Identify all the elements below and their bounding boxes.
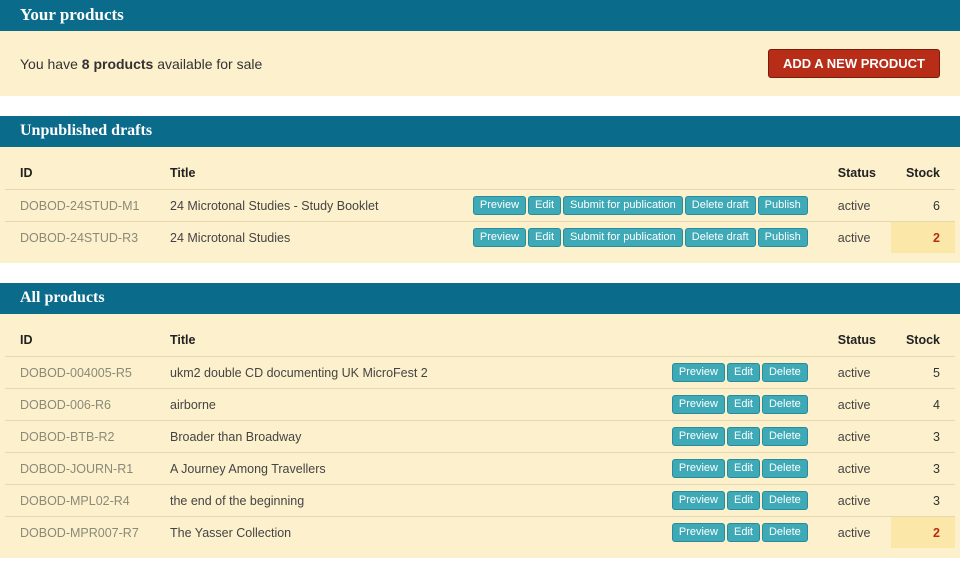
table-row: DOBOD-006-R6airbornePreviewEditDeleteact… bbox=[5, 389, 955, 421]
row-title: the end of the beginning bbox=[155, 485, 577, 517]
row-stock: 3 bbox=[891, 453, 955, 485]
col-stock: Stock bbox=[891, 157, 955, 190]
row-stock: 3 bbox=[891, 421, 955, 453]
row-actions: PreviewEditDelete bbox=[577, 453, 823, 485]
table-row: DOBOD-JOURN-R1A Journey Among Travellers… bbox=[5, 453, 955, 485]
preview-button[interactable]: Preview bbox=[473, 228, 526, 247]
col-actions bbox=[418, 157, 823, 190]
preview-button[interactable]: Preview bbox=[672, 459, 725, 478]
table-row: DOBOD-24STUD-R324 Microtonal StudiesPrev… bbox=[5, 222, 955, 254]
drafts-section: Unpublished drafts ID Title Status Stock… bbox=[0, 116, 960, 263]
row-actions: PreviewEditDelete bbox=[577, 517, 823, 549]
row-actions: PreviewEditDelete bbox=[577, 357, 823, 389]
row-title: The Yasser Collection bbox=[155, 517, 577, 549]
submit-for-publication-button[interactable]: Submit for publication bbox=[563, 228, 683, 247]
col-id: ID bbox=[5, 324, 155, 357]
row-id: DOBOD-JOURN-R1 bbox=[5, 453, 155, 485]
row-stock: 3 bbox=[891, 485, 955, 517]
row-status: active bbox=[823, 222, 891, 254]
row-status: active bbox=[823, 357, 891, 389]
row-id: DOBOD-BTB-R2 bbox=[5, 421, 155, 453]
preview-button[interactable]: Preview bbox=[672, 363, 725, 382]
edit-button[interactable]: Edit bbox=[727, 395, 760, 414]
row-stock: 6 bbox=[891, 190, 955, 222]
row-title: 24 Microtonal Studies - Study Booklet bbox=[155, 190, 418, 222]
all-products-heading: All products bbox=[0, 283, 960, 314]
col-stock: Stock bbox=[891, 324, 955, 357]
table-row: DOBOD-BTB-R2Broader than BroadwayPreview… bbox=[5, 421, 955, 453]
row-actions: PreviewEditDelete bbox=[577, 389, 823, 421]
all-products-table: ID Title Status Stock DOBOD-004005-R5ukm… bbox=[5, 324, 955, 548]
publish-button[interactable]: Publish bbox=[758, 228, 808, 247]
edit-button[interactable]: Edit bbox=[727, 491, 760, 510]
edit-button[interactable]: Edit bbox=[727, 363, 760, 382]
col-id: ID bbox=[5, 157, 155, 190]
row-actions: PreviewEditDelete bbox=[577, 485, 823, 517]
row-status: active bbox=[823, 421, 891, 453]
page-title: Your products bbox=[0, 0, 960, 31]
row-actions: PreviewEditDelete bbox=[577, 421, 823, 453]
col-status: Status bbox=[823, 157, 891, 190]
delete-button[interactable]: Delete bbox=[762, 395, 808, 414]
table-row: DOBOD-004005-R5ukm2 double CD documentin… bbox=[5, 357, 955, 389]
edit-button[interactable]: Edit bbox=[528, 196, 561, 215]
table-row: DOBOD-MPL02-R4the end of the beginningPr… bbox=[5, 485, 955, 517]
counter-count: 8 products bbox=[82, 56, 154, 72]
edit-button[interactable]: Edit bbox=[528, 228, 561, 247]
counter-suffix: available for sale bbox=[153, 56, 262, 72]
row-title: Broader than Broadway bbox=[155, 421, 577, 453]
counter-bar: You have 8 products available for sale A… bbox=[0, 31, 960, 96]
preview-button[interactable]: Preview bbox=[672, 491, 725, 510]
row-status: active bbox=[823, 485, 891, 517]
row-id: DOBOD-24STUD-R3 bbox=[5, 222, 155, 254]
row-id: DOBOD-MPR007-R7 bbox=[5, 517, 155, 549]
counter-prefix: You have bbox=[20, 56, 82, 72]
add-product-button[interactable]: ADD A NEW PRODUCT bbox=[768, 49, 940, 78]
row-status: active bbox=[823, 453, 891, 485]
row-stock: 2 bbox=[891, 222, 955, 254]
row-id: DOBOD-004005-R5 bbox=[5, 357, 155, 389]
drafts-table: ID Title Status Stock DOBOD-24STUD-M124 … bbox=[5, 157, 955, 253]
submit-for-publication-button[interactable]: Submit for publication bbox=[563, 196, 683, 215]
col-actions bbox=[577, 324, 823, 357]
row-title: 24 Microtonal Studies bbox=[155, 222, 418, 254]
row-stock: 4 bbox=[891, 389, 955, 421]
drafts-heading: Unpublished drafts bbox=[0, 116, 960, 147]
row-title: airborne bbox=[155, 389, 577, 421]
row-status: active bbox=[823, 389, 891, 421]
delete-draft-button[interactable]: Delete draft bbox=[685, 228, 756, 247]
table-row: DOBOD-24STUD-M124 Microtonal Studies - S… bbox=[5, 190, 955, 222]
row-actions: PreviewEditSubmit for publicationDelete … bbox=[418, 190, 823, 222]
delete-draft-button[interactable]: Delete draft bbox=[685, 196, 756, 215]
delete-button[interactable]: Delete bbox=[762, 523, 808, 542]
preview-button[interactable]: Preview bbox=[672, 395, 725, 414]
publish-button[interactable]: Publish bbox=[758, 196, 808, 215]
edit-button[interactable]: Edit bbox=[727, 459, 760, 478]
product-count-text: You have 8 products available for sale bbox=[20, 56, 262, 72]
col-title: Title bbox=[155, 324, 577, 357]
preview-button[interactable]: Preview bbox=[672, 523, 725, 542]
row-id: DOBOD-24STUD-M1 bbox=[5, 190, 155, 222]
row-status: active bbox=[823, 517, 891, 549]
delete-button[interactable]: Delete bbox=[762, 491, 808, 510]
all-products-section: All products ID Title Status Stock DOBOD… bbox=[0, 283, 960, 558]
row-stock: 2 bbox=[891, 517, 955, 549]
preview-button[interactable]: Preview bbox=[672, 427, 725, 446]
preview-button[interactable]: Preview bbox=[473, 196, 526, 215]
col-title: Title bbox=[155, 157, 418, 190]
col-status: Status bbox=[823, 324, 891, 357]
edit-button[interactable]: Edit bbox=[727, 523, 760, 542]
row-actions: PreviewEditSubmit for publicationDelete … bbox=[418, 222, 823, 254]
row-title: ukm2 double CD documenting UK MicroFest … bbox=[155, 357, 577, 389]
row-id: DOBOD-MPL02-R4 bbox=[5, 485, 155, 517]
row-stock: 5 bbox=[891, 357, 955, 389]
table-row: DOBOD-MPR007-R7The Yasser CollectionPrev… bbox=[5, 517, 955, 549]
edit-button[interactable]: Edit bbox=[727, 427, 760, 446]
row-title: A Journey Among Travellers bbox=[155, 453, 577, 485]
delete-button[interactable]: Delete bbox=[762, 459, 808, 478]
delete-button[interactable]: Delete bbox=[762, 363, 808, 382]
row-id: DOBOD-006-R6 bbox=[5, 389, 155, 421]
delete-button[interactable]: Delete bbox=[762, 427, 808, 446]
row-status: active bbox=[823, 190, 891, 222]
